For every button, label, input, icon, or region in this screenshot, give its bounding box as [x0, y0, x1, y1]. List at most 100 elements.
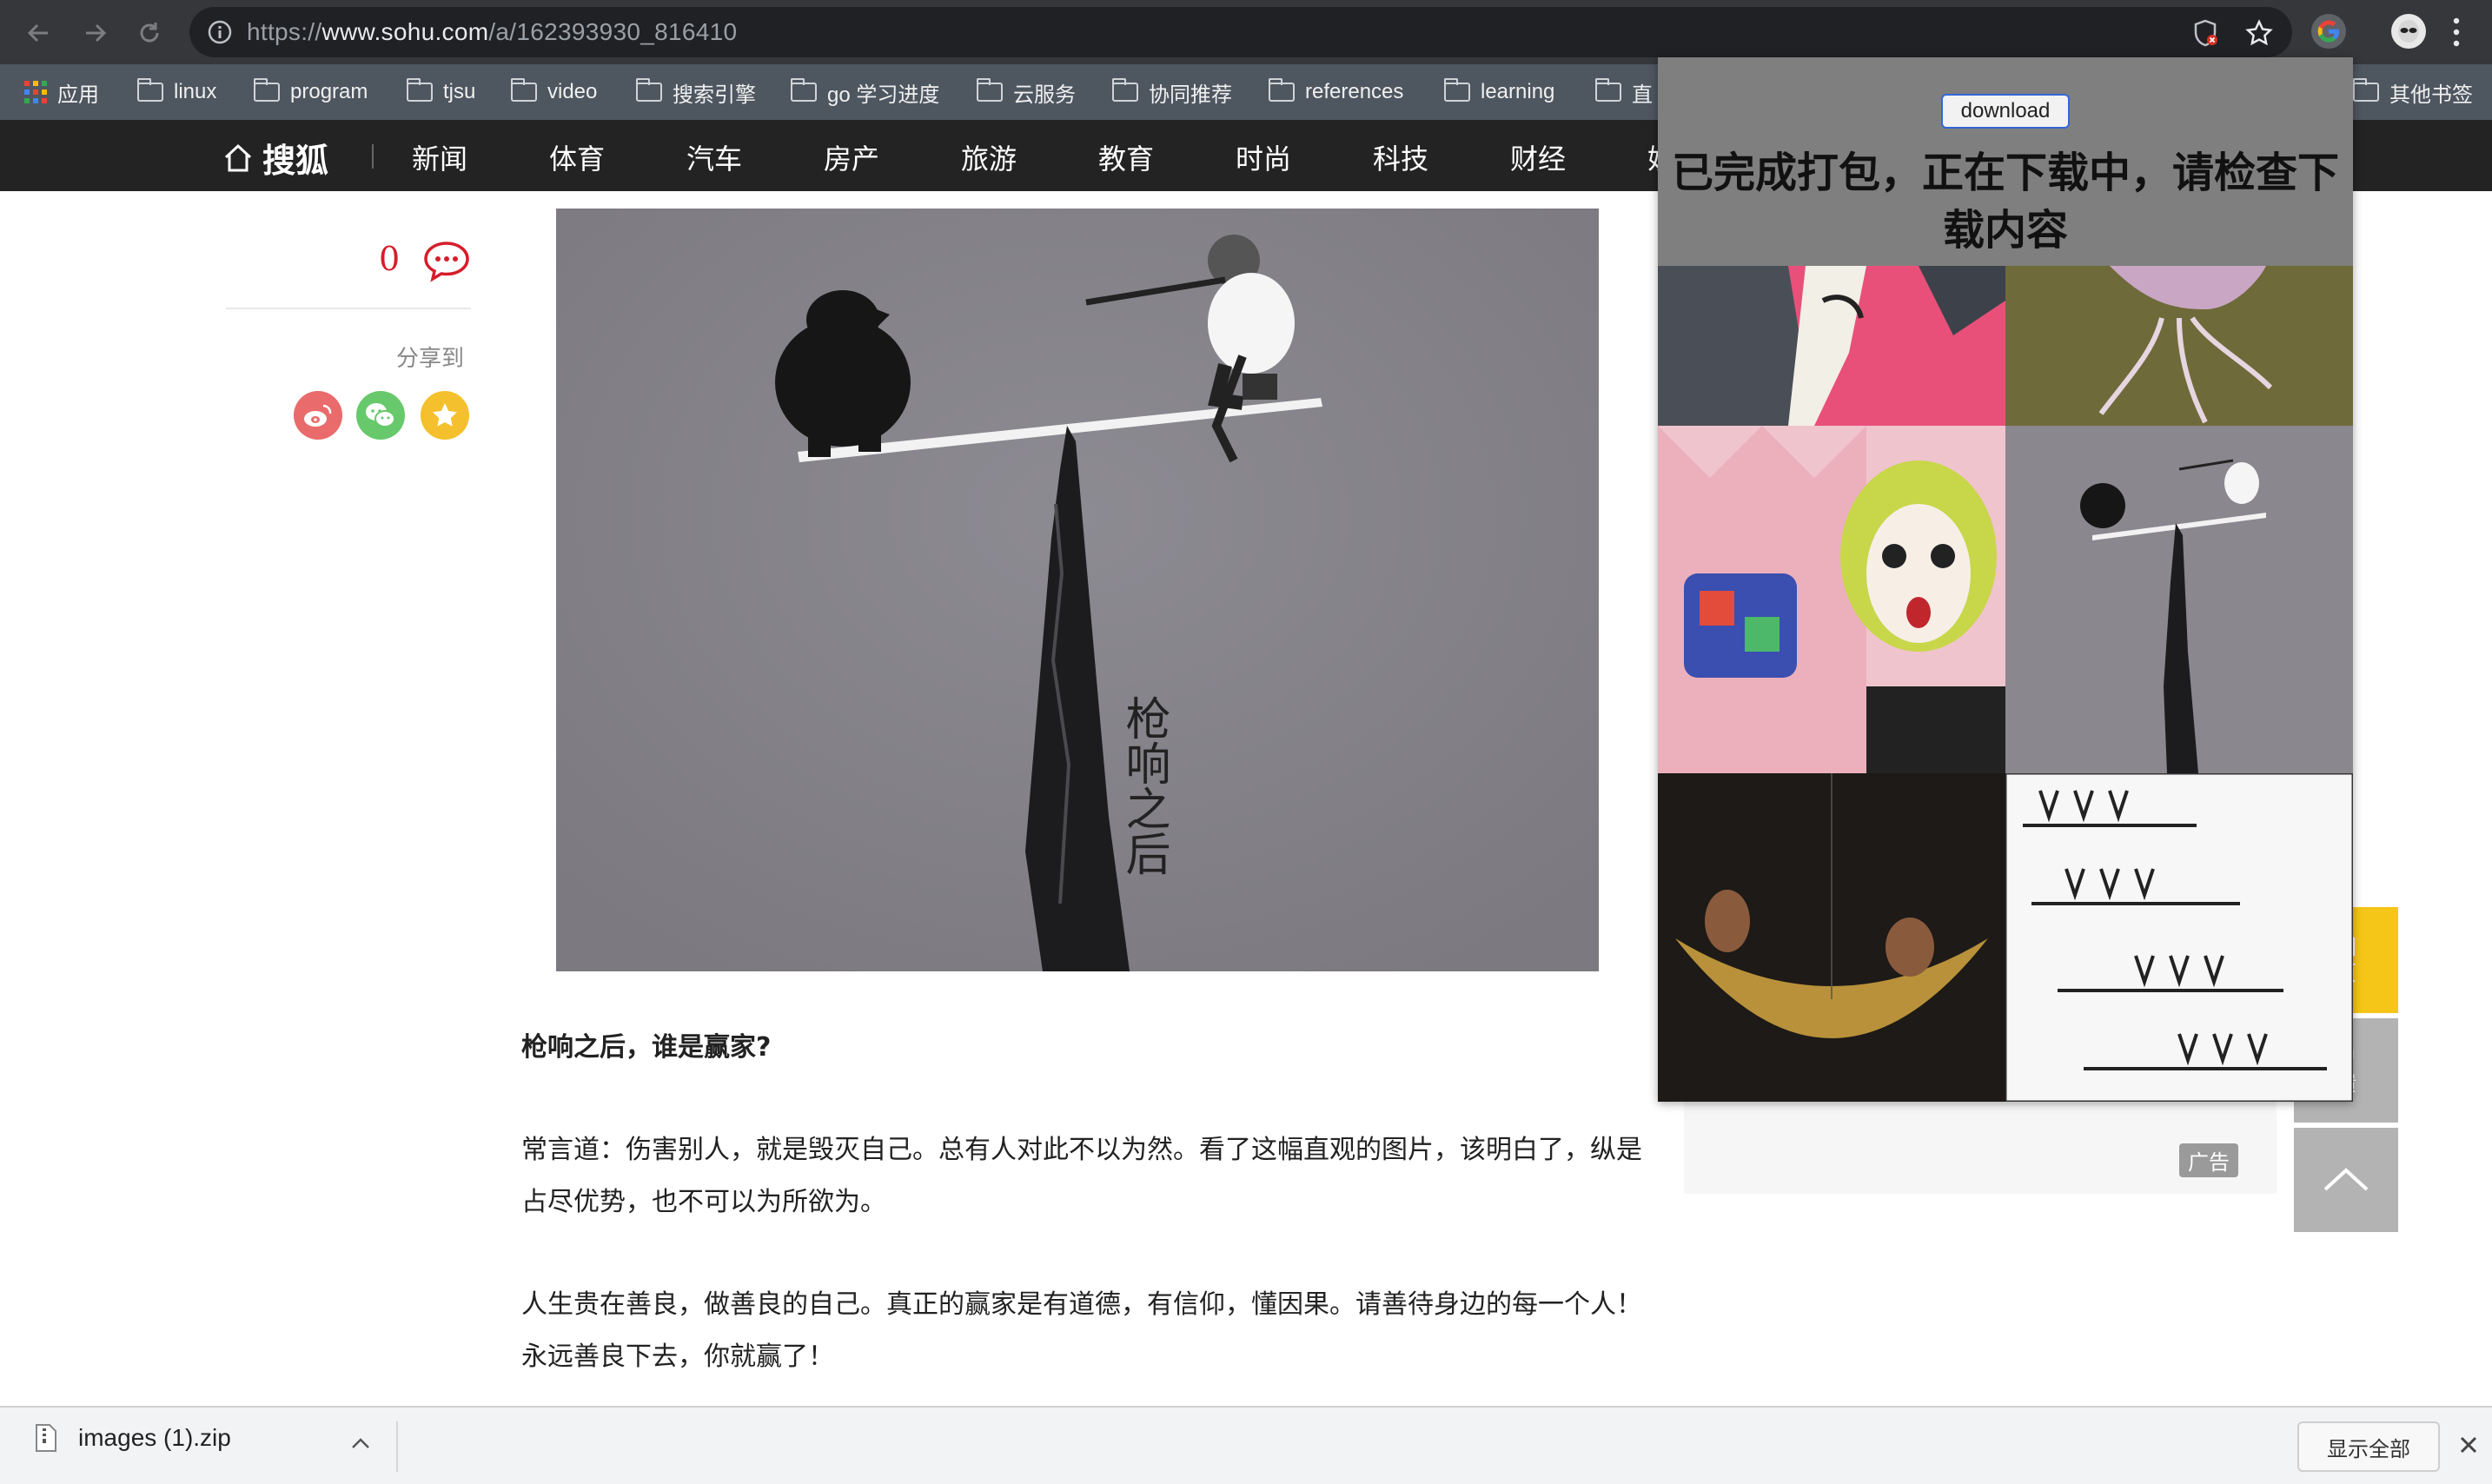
share-favorite-button[interactable]	[421, 391, 469, 440]
divider	[396, 1421, 398, 1472]
download-popup: download 已完成打包，正在下载中，请检查下载内容	[1658, 57, 2353, 1102]
share-wechat-button[interactable]	[356, 391, 405, 440]
weibo-icon	[304, 404, 332, 427]
image-thumbnail[interactable]	[1658, 773, 2005, 1102]
bookmark-linux[interactable]: linux	[137, 75, 216, 109]
logo-text: 搜狐	[262, 142, 329, 180]
popup-message: 已完成打包，正在下载中，请检查下载内容	[1671, 149, 2339, 255]
browser-menu-icon[interactable]	[2452, 16, 2461, 49]
download-button[interactable]: download	[1941, 94, 2070, 129]
nav-sports[interactable]: 体育	[549, 137, 605, 177]
divider	[226, 308, 471, 309]
bookmark-label: program	[290, 80, 368, 103]
forward-button[interactable]	[80, 17, 111, 49]
star-icon	[433, 403, 457, 427]
nav-house[interactable]: 房产	[824, 137, 879, 177]
article-paragraph-1: 常言道：伤害别人，就是毁灭自己。总有人对此不以为然。看了这幅直观的图片，该明白了…	[521, 1135, 1642, 1217]
logo-divider	[372, 144, 374, 169]
image-thumbnail[interactable]	[2005, 773, 2353, 1102]
bookmark-label: 直	[1632, 83, 1653, 107]
bookmark-apps[interactable]: 应用	[24, 75, 99, 109]
bookmark-label: 应用	[57, 83, 99, 107]
bookmark-tjsu[interactable]: tjsu	[407, 75, 475, 109]
sohu-logo[interactable]: 搜狐	[222, 134, 328, 182]
bookmark-label: video	[547, 80, 598, 103]
google-extension-icon[interactable]	[2311, 14, 2346, 49]
bookmark-collab[interactable]: 协同推荐	[1112, 75, 1232, 109]
bookmark-cloud[interactable]: 云服务	[977, 75, 1076, 109]
article-heading: 枪响之后，谁是赢家?	[521, 1032, 772, 1063]
url-scheme: https://	[247, 18, 322, 45]
arrow-right-icon	[86, 23, 107, 43]
folder-icon	[407, 78, 433, 102]
download-shelf: images (1).zip 显示全部	[0, 1406, 2492, 1484]
image-thumbnail[interactable]	[2005, 266, 2353, 426]
url-text[interactable]: https://www.sohu.com/a/162393930_816410	[247, 16, 737, 49]
back-button[interactable]	[23, 17, 54, 49]
close-icon[interactable]	[2456, 1432, 2482, 1458]
scroll-top-button[interactable]	[2294, 1128, 2398, 1232]
article-image: 枪响之后	[556, 209, 1599, 971]
nav-news[interactable]: 新闻	[412, 137, 467, 177]
nav-travel[interactable]: 旅游	[961, 137, 1017, 177]
bookmark-learning[interactable]: learning	[1444, 75, 1554, 109]
bookmark-label: go 学习进度	[827, 83, 940, 107]
folder-icon	[137, 78, 163, 102]
nav-tech[interactable]: 科技	[1373, 137, 1428, 177]
info-icon[interactable]	[207, 19, 233, 45]
image-thumbnail[interactable]	[1658, 266, 2005, 426]
folder-icon	[977, 78, 1003, 102]
folder-icon	[1444, 78, 1470, 102]
arrow-left-icon	[27, 23, 48, 43]
bookmark-references[interactable]: references	[1269, 75, 1403, 109]
reload-button[interactable]	[134, 17, 165, 49]
comment-bubble-icon[interactable]	[422, 240, 471, 283]
shield-blocked-icon[interactable]	[2193, 19, 2219, 47]
share-weibo-button[interactable]	[294, 391, 342, 440]
bookmark-label: 搜索引擎	[673, 83, 756, 107]
folder-icon	[2353, 78, 2379, 102]
download-item[interactable]: images (1).zip	[35, 1423, 231, 1453]
folder-icon	[511, 78, 537, 102]
nav-education[interactable]: 教育	[1098, 137, 1154, 177]
bookmark-star-icon[interactable]	[2245, 19, 2273, 47]
share-label: 分享到	[396, 346, 465, 372]
reload-icon	[140, 23, 159, 43]
chevron-up-icon[interactable]	[351, 1437, 370, 1449]
ad-label: 广告	[2179, 1143, 2238, 1177]
bookmark-video[interactable]: video	[511, 75, 597, 109]
bookmark-label: linux	[174, 80, 217, 103]
wechat-icon	[366, 403, 395, 427]
apps-grid-icon	[24, 81, 47, 103]
bookmark-label: 协同推荐	[1149, 83, 1232, 107]
comment-count[interactable]: 0	[379, 240, 400, 278]
alien-extension-icon[interactable]	[2391, 14, 2426, 49]
show-all-button[interactable]: 显示全部	[2297, 1421, 2440, 1472]
folder-icon	[1112, 78, 1138, 102]
bookmark-search-engines[interactable]: 搜索引擎	[636, 75, 756, 109]
bookmark-label: references	[1305, 80, 1404, 103]
address-bar[interactable]: https://www.sohu.com/a/162393930_816410	[189, 7, 2292, 57]
image-thumbnail[interactable]	[2005, 426, 2353, 773]
url-path: /a/162393930_816410	[488, 18, 738, 45]
bookmark-truncated[interactable]: 直	[1595, 75, 1653, 109]
bookmark-label: tjsu	[443, 80, 476, 103]
nav-finance[interactable]: 财经	[1510, 137, 1566, 177]
bookmark-go-progress[interactable]: go 学习进度	[791, 75, 939, 109]
folder-icon	[636, 78, 662, 102]
nav-fashion[interactable]: 时尚	[1236, 137, 1291, 177]
url-domain: www.sohu.com	[321, 18, 489, 45]
bookmark-label: 云服务	[1013, 83, 1076, 107]
folder-icon	[254, 78, 280, 102]
zip-file-icon	[36, 1424, 56, 1452]
download-filename: images (1).zip	[78, 1424, 231, 1451]
bookmark-label: learning	[1481, 80, 1555, 103]
nav-auto[interactable]: 汽车	[686, 137, 742, 177]
folder-icon	[1595, 78, 1621, 102]
article-paragraph-2: 人生贵在善良，做善良的自己。真正的赢家是有道德，有信仰，懂因果。请善待身边的每一…	[521, 1289, 1642, 1372]
image-caption: 枪响之后	[1117, 695, 1170, 876]
bookmark-program[interactable]: program	[254, 75, 368, 109]
image-thumbnail[interactable]	[1658, 426, 2005, 773]
folder-icon	[791, 78, 817, 102]
bookmark-other[interactable]: 其他书签	[2353, 75, 2473, 109]
